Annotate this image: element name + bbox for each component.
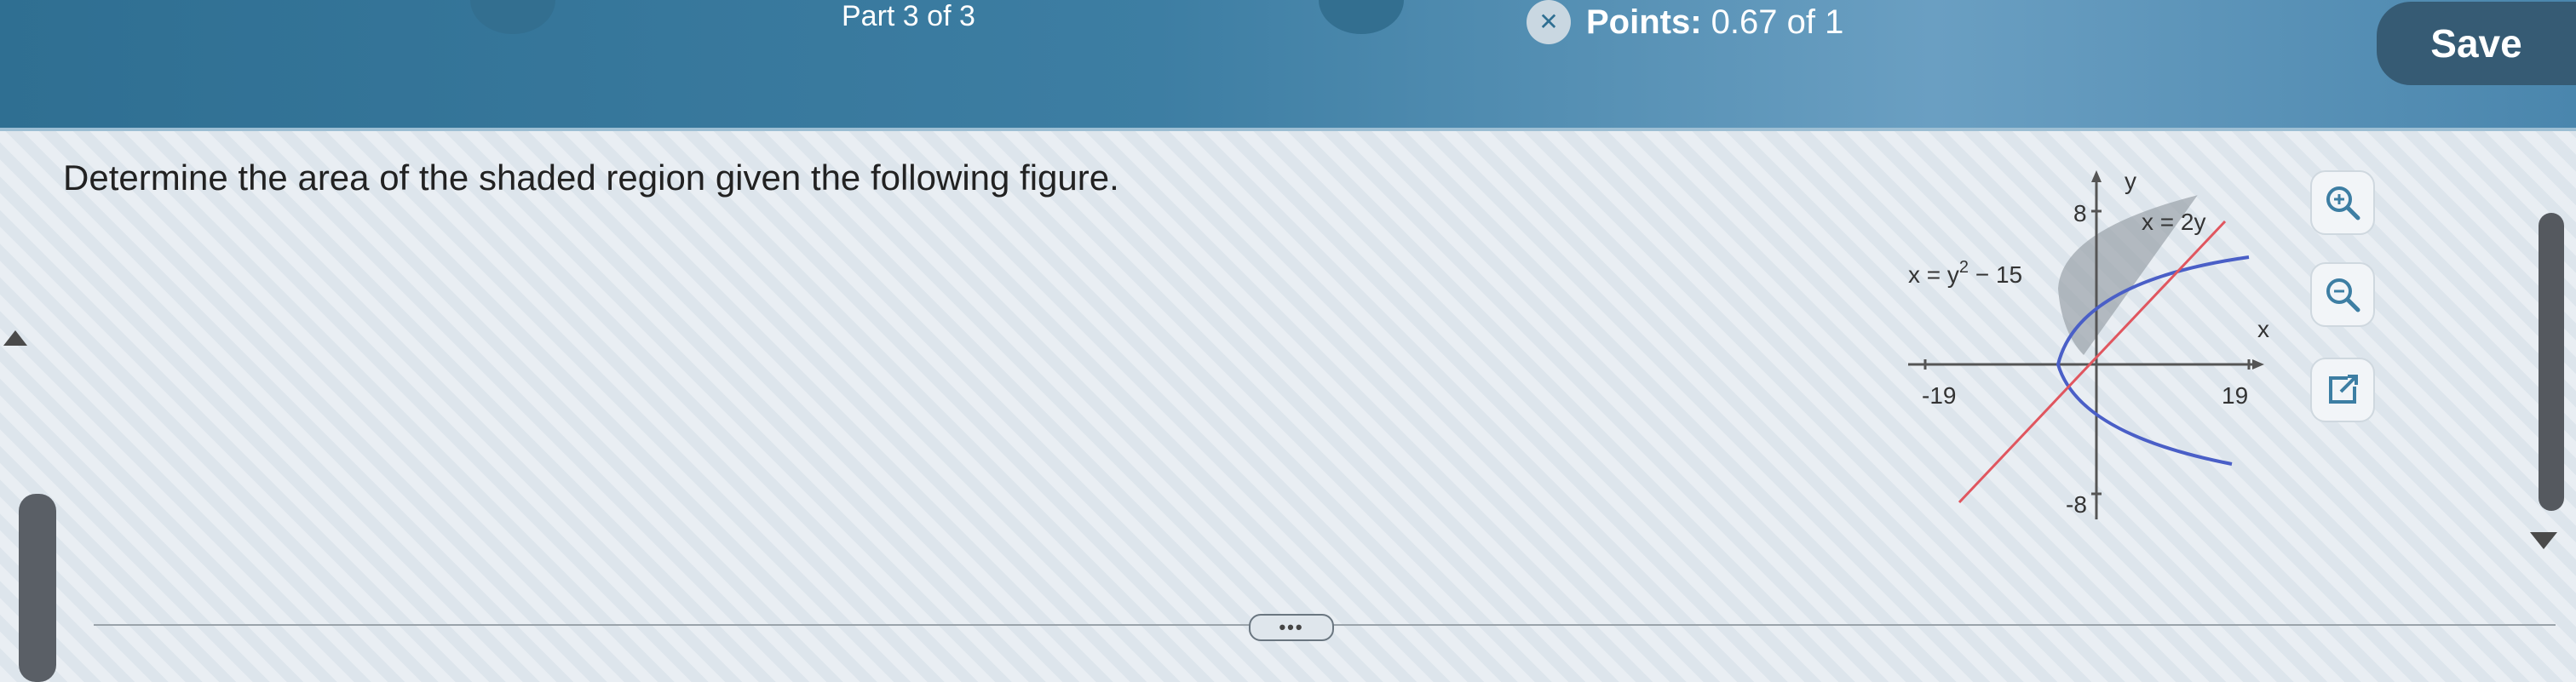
tick-label-y-neg: -8 [2066,491,2087,518]
left-scrollbar[interactable] [19,494,56,682]
open-in-new-window-button[interactable] [2310,358,2375,422]
y-axis-arrow [2091,170,2102,182]
y-axis-label: y [2125,168,2136,194]
part-indicator: Part 3 of 3 [842,0,975,32]
more-options-button[interactable]: ••• [1249,614,1334,641]
scroll-up-arrow[interactable] [3,330,27,346]
zoom-out-button[interactable] [2310,262,2375,327]
parabola-label: x = y2 − 15 [1908,258,2022,288]
nav-button[interactable] [1319,0,1404,34]
zoom-in-icon [2326,186,2360,221]
x-axis-arrow [2252,359,2264,370]
graph: y x 8 -8 -19 19 x = 2y x = y2 − 15 [1908,168,2269,519]
tick-label-x-neg: -19 [1922,382,1956,409]
right-scrollbar[interactable] [2539,213,2564,511]
tick-label-x-pos: 19 [2222,382,2248,409]
points-display: ✕ Points: 0.67 of 1 [1527,0,1843,44]
top-bar: Part 3 of 3 ✕ Points: 0.67 of 1 Save [0,0,2576,131]
points-label: Points: [1586,3,1702,41]
save-button[interactable]: Save [2377,2,2576,85]
partial-credit-icon: ✕ [1527,0,1571,44]
figure: y x 8 -8 -19 19 x = 2y x = y2 − 15 [1908,162,2283,541]
scroll-down-arrow[interactable] [2530,532,2557,549]
open-in-new-icon [2329,375,2358,404]
line-label: x = 2y [2142,209,2205,235]
nav-button[interactable] [470,0,555,34]
zoom-in-button[interactable] [2310,170,2375,235]
zoom-out-icon [2326,278,2360,312]
tick-label-y-pos: 8 [2073,200,2087,226]
question-text: Determine the area of the shaded region … [63,158,1119,198]
x-axis-label: x [2257,316,2269,342]
points-value: 0.67 of 1 [1711,3,1844,41]
